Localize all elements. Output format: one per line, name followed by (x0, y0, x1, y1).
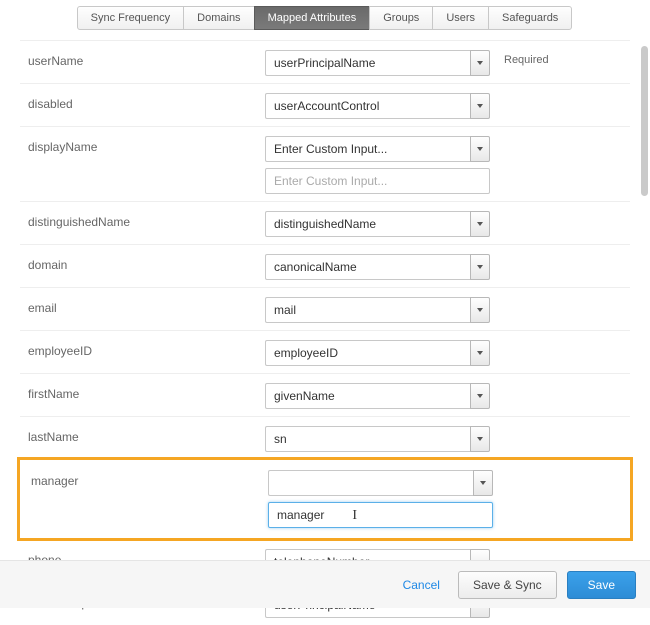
chevron-down-icon (477, 308, 483, 312)
attribute-required-label (490, 211, 504, 215)
attribute-label: userName (20, 50, 265, 68)
attribute-input-col: givenName (265, 383, 490, 409)
attribute-input-col: userPrincipalName (265, 50, 490, 76)
attribute-select-value: distinguishedName (265, 211, 470, 237)
attribute-label: disabled (20, 93, 265, 111)
attribute-select[interactable]: Enter Custom Input... (265, 136, 490, 162)
attribute-required-label (490, 136, 504, 140)
attribute-input-col: userAccountControl (265, 93, 490, 119)
attribute-select[interactable]: sn (265, 426, 490, 452)
attribute-required-label (490, 549, 504, 553)
attribute-row-lastName: lastNamesn (20, 416, 630, 459)
attribute-select-value: employeeID (265, 340, 470, 366)
attribute-required-label (490, 340, 504, 344)
attribute-row-employeeID: employeeIDemployeeID (20, 330, 630, 373)
attribute-select-toggle[interactable] (470, 297, 490, 323)
save-sync-button[interactable]: Save & Sync (458, 571, 557, 599)
attribute-select-toggle[interactable] (470, 211, 490, 237)
attribute-custom-input[interactable]: Enter Custom Input... (265, 168, 490, 194)
attribute-row-email: emailmail (20, 287, 630, 330)
attribute-select-value: userPrincipalName (265, 50, 470, 76)
attribute-input-col: mail (265, 297, 490, 323)
attribute-select-toggle[interactable] (470, 340, 490, 366)
attribute-custom-input[interactable]: managerI (268, 502, 493, 528)
attribute-required-label (490, 297, 504, 301)
attribute-input-col: Enter Custom Input... Enter Custom Input.… (265, 136, 490, 194)
attribute-row-domain: domaincanonicalName (20, 244, 630, 287)
attribute-label: manager (23, 470, 268, 488)
attribute-select[interactable]: employeeID (265, 340, 490, 366)
attribute-select-value: Enter Custom Input... (265, 136, 470, 162)
tab-domains[interactable]: Domains (183, 6, 254, 30)
attribute-row-distinguishedName: distinguishedNamedistinguishedName (20, 201, 630, 244)
attribute-required-label: Required (490, 50, 549, 66)
attribute-label: email (20, 297, 265, 315)
scrollbar-thumb[interactable] (641, 46, 648, 196)
attribute-select-toggle[interactable] (470, 426, 490, 452)
attribute-label: employeeID (20, 340, 265, 358)
attribute-required-label (493, 470, 507, 474)
attribute-select-toggle[interactable] (470, 93, 490, 119)
attribute-required-label (490, 254, 504, 258)
attribute-select-toggle[interactable] (470, 383, 490, 409)
attribute-select-toggle[interactable] (470, 50, 490, 76)
chevron-down-icon (477, 437, 483, 441)
attribute-select-value (268, 470, 473, 496)
attribute-select-value: userAccountControl (265, 93, 470, 119)
attribute-row-disabled: disableduserAccountControl (20, 83, 630, 126)
tab-users[interactable]: Users (432, 6, 489, 30)
tab-safeguards[interactable]: Safeguards (488, 6, 572, 30)
chevron-down-icon (477, 222, 483, 226)
attribute-select-value: givenName (265, 383, 470, 409)
tab-groups[interactable]: Groups (369, 6, 433, 30)
attribute-select[interactable]: userAccountControl (265, 93, 490, 119)
attribute-label: domain (20, 254, 265, 272)
attribute-select-toggle[interactable] (470, 254, 490, 280)
chevron-down-icon (477, 394, 483, 398)
attribute-select[interactable]: canonicalName (265, 254, 490, 280)
attribute-select-value: canonicalName (265, 254, 470, 280)
mapped-attributes-form: userNameuserPrincipalName Required disable… (0, 40, 650, 625)
attribute-required-label (490, 93, 504, 97)
chevron-down-icon (477, 104, 483, 108)
attribute-input-col: canonicalName (265, 254, 490, 280)
attribute-row-userName: userNameuserPrincipalName Required (20, 40, 630, 83)
tab-bar: Sync FrequencyDomainsMapped AttributesGr… (0, 0, 650, 40)
attribute-row-firstName: firstNamegivenName (20, 373, 630, 416)
attribute-select-value: mail (265, 297, 470, 323)
attribute-input-col: distinguishedName (265, 211, 490, 237)
attribute-label: lastName (20, 426, 265, 444)
attribute-label: displayName (20, 136, 265, 154)
attribute-required-label (490, 383, 504, 387)
attribute-select[interactable] (268, 470, 493, 496)
attribute-row-displayName: displayNameEnter Custom Input...Enter Cu… (20, 126, 630, 201)
chevron-down-icon (477, 265, 483, 269)
tab-mapped-attributes[interactable]: Mapped Attributes (254, 6, 371, 30)
save-button[interactable]: Save (567, 571, 636, 599)
attribute-row-manager: managermanagerI (17, 457, 633, 541)
attribute-select[interactable]: userPrincipalName (265, 50, 490, 76)
attribute-label: distinguishedName (20, 211, 265, 229)
tab-sync-frequency[interactable]: Sync Frequency (77, 6, 184, 30)
attribute-label: firstName (20, 383, 265, 401)
cancel-button[interactable]: Cancel (395, 578, 448, 592)
chevron-down-icon (477, 61, 483, 65)
attribute-select-toggle[interactable] (470, 136, 490, 162)
attribute-select-toggle[interactable] (473, 470, 493, 496)
chevron-down-icon (477, 351, 483, 355)
attribute-input-col: managerI (268, 470, 493, 528)
attribute-required-label (490, 426, 504, 430)
attribute-select-value: sn (265, 426, 470, 452)
chevron-down-icon (477, 147, 483, 151)
attribute-input-col: employeeID (265, 340, 490, 366)
attribute-select[interactable]: givenName (265, 383, 490, 409)
text-cursor-icon: I (352, 508, 357, 524)
attribute-input-col: sn (265, 426, 490, 452)
attribute-select[interactable]: distinguishedName (265, 211, 490, 237)
attribute-select[interactable]: mail (265, 297, 490, 323)
footer-bar: Cancel Save & Sync Save (0, 560, 650, 608)
chevron-down-icon (480, 481, 486, 485)
